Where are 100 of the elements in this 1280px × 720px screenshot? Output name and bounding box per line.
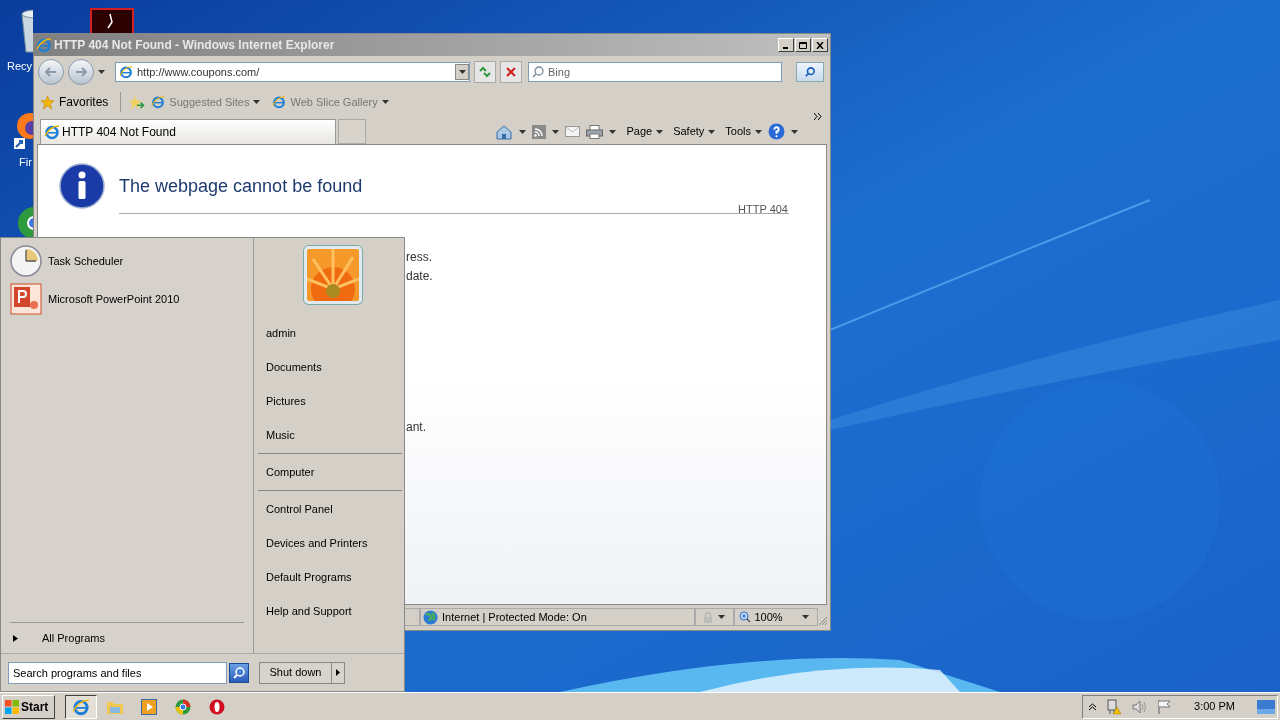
search-button[interactable] [796, 62, 824, 82]
page-text: ant. [406, 419, 426, 436]
triangle-right-icon [336, 669, 340, 676]
caret-icon [253, 100, 261, 104]
page-text: ress. [406, 249, 432, 266]
caret-icon [755, 129, 762, 134]
caret-icon [656, 129, 664, 134]
chevron-double-right-icon[interactable] [814, 113, 822, 120]
globe-icon [423, 609, 439, 625]
maximize-icon [799, 41, 807, 49]
caret-icon [381, 100, 389, 104]
caret-icon [802, 615, 810, 619]
flag-icon[interactable] [1158, 699, 1173, 714]
ie-icon [72, 697, 90, 716]
printer-icon[interactable] [586, 124, 604, 139]
page-icon [272, 95, 287, 109]
clock[interactable]: 3:00 PM [1194, 698, 1235, 715]
close-icon [816, 41, 824, 49]
maximize-button[interactable] [795, 38, 811, 52]
zoom-icon [739, 611, 752, 623]
page-icon [44, 124, 60, 140]
caret-icon [717, 615, 725, 619]
shut-down-button[interactable]: Shut down [260, 662, 332, 683]
ie-icon [36, 37, 52, 53]
arrow-right-icon [75, 67, 87, 77]
caret-icon [519, 129, 527, 134]
search-icon [532, 66, 544, 78]
network-warning-icon[interactable] [1106, 698, 1123, 715]
user-name-link[interactable]: admin [258, 316, 404, 350]
chevron-up-icon[interactable] [1089, 702, 1097, 711]
page-text: date. [406, 268, 433, 285]
browser-tab[interactable]: HTTP 404 Not Found [40, 119, 336, 144]
home-icon[interactable] [495, 123, 514, 140]
show-desktop-icon[interactable] [1257, 699, 1275, 714]
start-menu-link[interactable]: Devices and Printers [258, 526, 404, 560]
info-icon [59, 163, 105, 209]
feed-icon[interactable] [532, 124, 547, 139]
program-item[interactable]: Microsoft PowerPoint 2010 [10, 282, 244, 316]
forward-button[interactable] [68, 59, 94, 85]
page-icon [119, 65, 133, 79]
address-bar[interactable]: http://www.coupons.com/ [115, 62, 470, 82]
caret-icon [98, 70, 105, 74]
start-menu-link[interactable]: Default Programs [258, 560, 404, 594]
program-item[interactable]: Task Scheduler [10, 244, 244, 278]
all-programs-button[interactable]: All Programs [1, 623, 253, 653]
close-button[interactable] [812, 38, 828, 52]
caret-icon [609, 129, 617, 134]
search-icon [233, 666, 245, 679]
minimize-button[interactable] [778, 38, 794, 52]
back-button[interactable] [38, 59, 64, 85]
security-zone: Internet | Protected Mode: On [442, 609, 587, 625]
caret-icon [708, 129, 716, 134]
speaker-icon[interactable] [1132, 699, 1149, 714]
chrome-icon [175, 698, 191, 715]
refresh-icon [478, 66, 492, 78]
help-icon[interactable] [768, 123, 785, 140]
start-menu-link[interactable]: Music [258, 418, 404, 452]
start-menu-link[interactable]: Help and Support [258, 594, 404, 628]
zoom-button[interactable]: 100% [734, 608, 819, 626]
shut-down-options-button[interactable] [332, 662, 344, 683]
start-menu-link[interactable]: Control Panel [258, 492, 404, 526]
command-menu[interactable]: Page [626, 123, 664, 140]
error-heading: The webpage cannot be found [119, 175, 363, 198]
dropdown-button[interactable] [455, 64, 469, 80]
start-button[interactable]: Start [2, 694, 55, 719]
search-field[interactable]: Bing [548, 63, 781, 81]
search-field[interactable]: Search programs and files [8, 661, 227, 684]
search-bar[interactable]: Bing [528, 62, 782, 82]
favorites-button[interactable]: Favorites [40, 93, 109, 111]
desktop-icon-label: Recy [7, 59, 33, 73]
start-menu-link[interactable]: Documents [258, 350, 404, 384]
triangle-right-icon [13, 634, 18, 642]
start-menu-link[interactable]: Computer [258, 455, 404, 489]
search-button[interactable] [229, 662, 249, 683]
command-menu[interactable]: Safety [673, 123, 716, 140]
play-icon [141, 698, 157, 715]
powerpoint-icon [10, 283, 42, 315]
refresh-button[interactable] [474, 61, 496, 83]
clock-icon [10, 245, 42, 277]
address-field[interactable]: http://www.coupons.com/ [137, 63, 451, 81]
mail-icon[interactable] [565, 126, 581, 137]
taskbar-app[interactable] [65, 694, 97, 719]
command-menu[interactable]: Tools [725, 123, 762, 140]
caret-icon [552, 129, 560, 134]
star-icon [40, 94, 55, 110]
page-icon [151, 95, 166, 109]
search-icon [805, 67, 815, 77]
start-menu-link[interactable]: Pictures [258, 384, 404, 418]
window-title: HTTP 404 Not Found - Windows Internet Explorer [54, 37, 335, 54]
desktop-icon-label: Fir [19, 155, 32, 169]
arrow-left-icon [45, 67, 57, 77]
opera-icon [209, 698, 225, 715]
document-icon[interactable] [90, 8, 134, 34]
error-code: HTTP 404 [738, 202, 788, 217]
stop-button[interactable] [500, 61, 522, 83]
resize-grip-icon[interactable] [818, 616, 828, 626]
caret-icon [791, 129, 798, 134]
close-icon [506, 67, 516, 77]
windows-logo-icon [5, 699, 19, 714]
caret-icon [458, 70, 466, 74]
